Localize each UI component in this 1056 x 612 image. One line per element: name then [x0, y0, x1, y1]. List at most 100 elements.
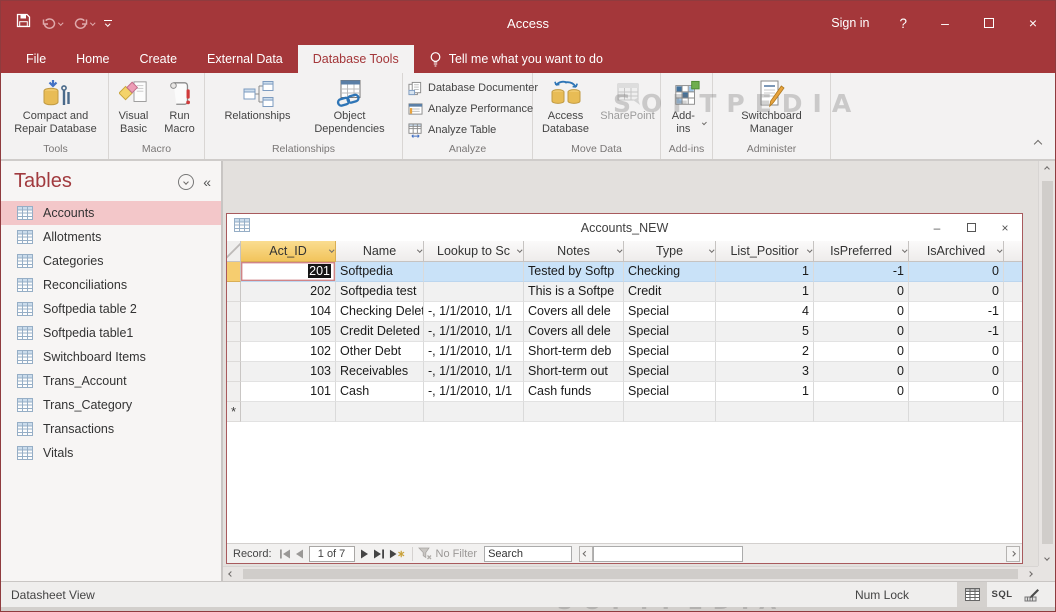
- cell-notes[interactable]: Cash funds: [524, 382, 624, 402]
- relationships-button[interactable]: Relationships: [212, 76, 304, 123]
- object-dependencies-button[interactable]: Object Dependencies: [304, 76, 396, 136]
- column-header-ispreferred[interactable]: IsPreferred: [814, 241, 909, 262]
- cell-notes[interactable]: Covers all dele: [524, 302, 624, 322]
- doc-maximize-button[interactable]: [954, 214, 988, 241]
- cell-isarchived[interactable]: -1: [909, 302, 1004, 322]
- cell-lookup[interactable]: -, 1/1/2010, 1/1: [424, 342, 524, 362]
- nav-item-accounts[interactable]: Accounts: [1, 201, 221, 225]
- cell-ispreferred[interactable]: 0: [814, 322, 909, 342]
- cell-type[interactable]: Credit: [624, 282, 716, 302]
- tell-me-box[interactable]: Tell me what you want to do: [414, 45, 618, 73]
- select-all-corner[interactable]: [227, 241, 241, 262]
- cell-notes[interactable]: Short-term out: [524, 362, 624, 382]
- cell-type[interactable]: Special: [624, 342, 716, 362]
- column-dropdown-icon[interactable]: [996, 247, 1002, 253]
- cell-ispreferred[interactable]: 0: [814, 282, 909, 302]
- column-header-isarchived[interactable]: IsArchived: [909, 241, 1004, 262]
- access-database-button[interactable]: Access Database: [535, 76, 597, 136]
- column-header-name[interactable]: Name: [336, 241, 424, 262]
- cell-name[interactable]: Softpedia test: [336, 282, 424, 302]
- cell-list-position[interactable]: 5: [716, 322, 814, 342]
- scroll-up-icon[interactable]: [1044, 166, 1050, 172]
- scroll-down-icon[interactable]: [1044, 555, 1050, 561]
- redo-icon[interactable]: [73, 17, 95, 30]
- previous-record-button[interactable]: [293, 546, 306, 562]
- doc-close-button[interactable]: ×: [988, 214, 1022, 241]
- shutter-close-icon[interactable]: «: [203, 174, 211, 190]
- datasheet-horizontal-scrollbar[interactable]: [579, 545, 1020, 562]
- cell-name[interactable]: Checking Delet: [336, 302, 424, 322]
- datasheet-view-button[interactable]: [957, 582, 987, 607]
- design-view-button[interactable]: [1017, 582, 1047, 607]
- analyze-table-button[interactable]: Analyze Table: [408, 120, 538, 140]
- cell-isarchived[interactable]: 0: [909, 262, 1004, 282]
- column-dropdown-icon[interactable]: [901, 247, 907, 253]
- cell-act-id[interactable]: 103: [241, 362, 336, 382]
- nav-item-reconciliations[interactable]: Reconciliations: [1, 273, 221, 297]
- cell-notes[interactable]: Tested by Softp: [524, 262, 624, 282]
- cell-type[interactable]: Special: [624, 362, 716, 382]
- first-record-button[interactable]: [277, 546, 293, 562]
- nav-item-switchboard-items[interactable]: Switchboard Items: [1, 345, 221, 369]
- cell-type[interactable]: Special: [624, 302, 716, 322]
- undo-icon[interactable]: [41, 17, 64, 30]
- nav-item-categories[interactable]: Categories: [1, 249, 221, 273]
- new-record-button[interactable]: [387, 546, 407, 562]
- cell-list-position[interactable]: 1: [716, 262, 814, 282]
- workspace-horizontal-scrollbar[interactable]: [223, 566, 1038, 581]
- compact-repair-database-button[interactable]: Compact and Repair Database: [4, 76, 107, 136]
- column-dropdown-icon[interactable]: [516, 247, 522, 253]
- cell-lookup[interactable]: -, 1/1/2010, 1/1: [424, 302, 524, 322]
- row-selector[interactable]: [227, 262, 241, 282]
- column-dropdown-icon[interactable]: [806, 247, 812, 253]
- cell-ispreferred[interactable]: 0: [814, 302, 909, 322]
- scroll-right-icon[interactable]: [1027, 571, 1033, 577]
- search-input[interactable]: [484, 545, 573, 562]
- scroll-right-button[interactable]: [1006, 545, 1020, 562]
- add-ins-button[interactable]: Add-ins: [664, 76, 710, 136]
- cell-notes[interactable]: This is a Softpe: [524, 282, 624, 302]
- cell-type[interactable]: Special: [624, 322, 716, 342]
- tab-home[interactable]: Home: [61, 45, 124, 73]
- row-selector[interactable]: [227, 362, 241, 382]
- save-icon[interactable]: [16, 13, 31, 33]
- column-dropdown-icon[interactable]: [708, 247, 714, 253]
- cell-name[interactable]: Receivables: [336, 362, 424, 382]
- row-selector[interactable]: [227, 342, 241, 362]
- cell-empty[interactable]: [624, 402, 716, 422]
- collapse-ribbon-icon[interactable]: [1033, 134, 1043, 152]
- nav-item-allotments[interactable]: Allotments: [1, 225, 221, 249]
- cell-act-id[interactable]: 102: [241, 342, 336, 362]
- close-button[interactable]: ×: [1011, 1, 1055, 45]
- visual-basic-button[interactable]: Visual Basic: [111, 76, 157, 136]
- analyze-performance-button[interactable]: Analyze Performance: [408, 99, 538, 119]
- cell-isarchived[interactable]: 0: [909, 382, 1004, 402]
- customize-quick-access-icon[interactable]: [104, 20, 112, 27]
- cell-type[interactable]: Special: [624, 382, 716, 402]
- minimize-button[interactable]: –: [923, 1, 967, 45]
- switchboard-manager-button[interactable]: Switchboard Manager: [724, 76, 820, 136]
- column-dropdown-icon[interactable]: [416, 247, 422, 253]
- tab-file[interactable]: File: [11, 45, 61, 73]
- cell-ispreferred[interactable]: 0: [814, 362, 909, 382]
- database-documenter-button[interactable]: Database Documenter: [408, 78, 538, 98]
- cell-list-position[interactable]: 1: [716, 282, 814, 302]
- nav-item-trans-account[interactable]: Trans_Account: [1, 369, 221, 393]
- cell-lookup[interactable]: -, 1/1/2010, 1/1: [424, 322, 524, 342]
- column-header-act-id[interactable]: Act_ID: [241, 241, 336, 262]
- cell-notes[interactable]: Covers all dele: [524, 322, 624, 342]
- cell-act-id[interactable]: 202: [241, 282, 336, 302]
- help-button[interactable]: ?: [899, 16, 907, 31]
- next-record-button[interactable]: [358, 546, 371, 562]
- tab-external-data[interactable]: External Data: [192, 45, 298, 73]
- column-header-list-position[interactable]: List_Positior: [716, 241, 814, 262]
- scrollbar-thumb[interactable]: [243, 569, 1018, 579]
- nav-item-softpedia-table1[interactable]: Softpedia table1: [1, 321, 221, 345]
- cell-list-position[interactable]: 4: [716, 302, 814, 322]
- cell-name[interactable]: Softpedia: [336, 262, 424, 282]
- new-record-selector[interactable]: *: [227, 402, 241, 422]
- column-header-type[interactable]: Type: [624, 241, 716, 262]
- cell-act-id[interactable]: 101: [241, 382, 336, 402]
- workspace-vertical-scrollbar[interactable]: [1038, 161, 1055, 566]
- cell-lookup[interactable]: [424, 262, 524, 282]
